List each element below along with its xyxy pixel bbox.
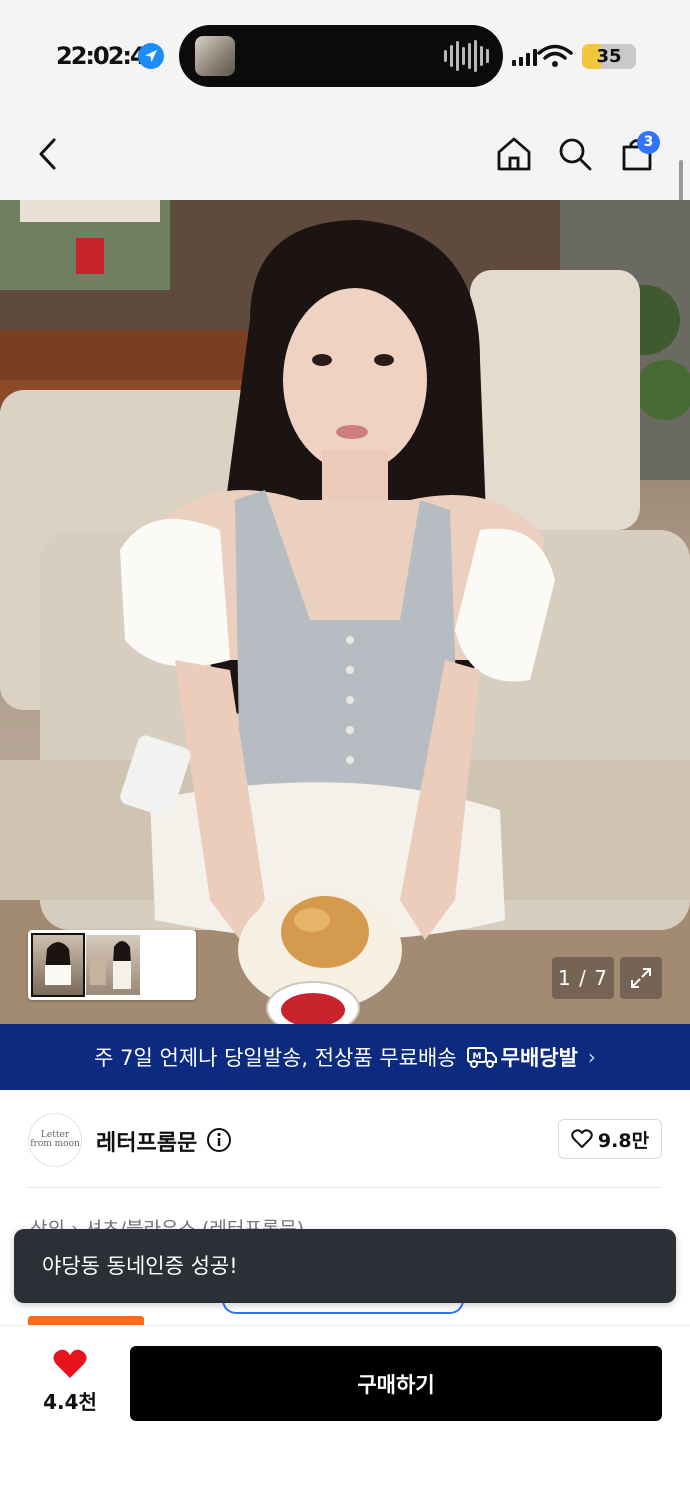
thumbnail-selected[interactable] [31,933,85,997]
now-playing-thumbnail [195,36,235,76]
image-counter: 1 / 7 [552,957,614,999]
toast-message: 야당동 동네인증 성공! [14,1229,676,1303]
battery-icon: 35 [582,44,636,69]
store-like-count: 9.8만 [597,1129,650,1152]
audio-waveform-icon [444,40,489,72]
store-like-button[interactable]: 9.8만 [558,1119,662,1159]
store-name[interactable]: 레터프롬문 [96,1125,197,1157]
product-image-gallery[interactable]: 1 / 7 [0,200,690,1024]
wish-count: 4.4천 [43,1390,97,1414]
svg-text:M: M [472,1052,481,1062]
heart-filled-icon [53,1349,87,1378]
free-shipping-banner[interactable]: 주 7일 언제나 당일발송, 전상품 무료배송 M 무배당발 › [0,1024,690,1090]
home-button[interactable] [492,132,536,176]
delivery-truck-icon: M [466,1047,497,1068]
banner-logo: M 무배당발 [466,1042,578,1072]
wish-button[interactable]: 4.4천 [26,1348,114,1415]
store-info-row: Letter from moon 레터프롬문 9.8만 [0,1091,690,1187]
home-icon [497,137,531,171]
chevron-right-icon: › [587,1045,596,1069]
status-bar: 22:02:47 35 [0,0,690,110]
bottom-action-bar: 4.4천 구매하기 [0,1325,690,1500]
expand-icon [631,968,651,988]
cellular-signal-icon [512,48,537,66]
banner-logo-text: 무배당발 [500,1046,578,1070]
back-button[interactable] [26,132,70,176]
thumbnail-item[interactable] [86,935,140,995]
store-logo[interactable]: Letter from moon [28,1113,82,1167]
dynamic-island[interactable] [179,25,503,87]
location-arrow-icon [138,43,164,69]
cart-count-badge: 3 [637,131,660,154]
buy-button[interactable]: 구매하기 [130,1346,662,1421]
search-icon [559,138,592,171]
fullscreen-button[interactable] [620,957,662,999]
chevron-left-icon [39,138,56,170]
thumbnail-strip [28,930,196,1000]
heart-outline-icon [571,1129,593,1148]
battery-percent: 35 [596,46,622,67]
info-icon[interactable] [206,1127,232,1157]
breadcrumb[interactable]: 상의 › 셔츠/블라우스 (레터프롬문) [30,1214,304,1230]
product-page: 22:02:47 35 3 1 / 7 주 7일 언제나 당일발송, 전상품 무… [0,0,690,1500]
search-button[interactable] [553,132,597,176]
banner-text: 주 7일 언제나 당일발송, 전상품 무료배송 [94,1046,457,1070]
thumbnail-image [90,941,131,989]
top-nav [0,110,690,200]
thumbnail-image [45,942,71,985]
divider [28,1187,662,1188]
product-photo [0,200,690,1024]
wifi-icon [537,44,573,72]
